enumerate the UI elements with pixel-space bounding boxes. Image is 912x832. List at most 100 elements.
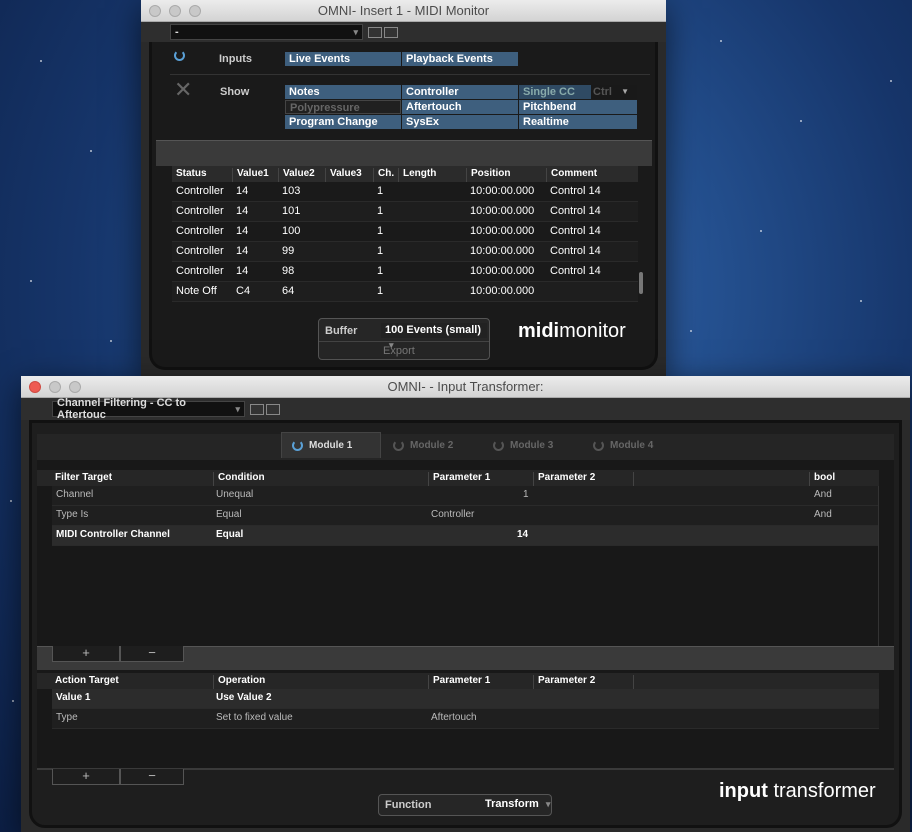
zoom-window-button[interactable] [69, 381, 81, 393]
col-action-target[interactable]: Action Target [51, 675, 119, 689]
filter-cell-target[interactable]: Type Is [56, 509, 88, 520]
col-condition[interactable]: Condition [213, 472, 265, 486]
tab-module-2[interactable]: Module 2 [383, 432, 483, 458]
single-cc-label: Single CC [523, 86, 575, 98]
tab-module-4[interactable]: Module 4 [583, 432, 683, 458]
event-row[interactable]: Controller 14 99 1 10:00:00.000 Control 14 [172, 242, 638, 262]
filter-cell-p1[interactable]: 1 [523, 489, 529, 500]
logo-bold: midi [518, 320, 560, 342]
col-value3[interactable]: Value3 [325, 168, 362, 182]
event-list-header: Status Value1 Value2 Value3 Ch. Length P… [172, 166, 638, 182]
add-action-button[interactable]: + [52, 769, 120, 785]
col-filter-target[interactable]: Filter Target [51, 472, 112, 486]
preset-selector[interactable]: Channel Filtering - CC to Aftertouc [52, 397, 245, 421]
polypressure-filter[interactable]: Polypressure [285, 100, 401, 114]
col-bool[interactable]: bool [809, 472, 835, 486]
single-cc-dropdown[interactable]: Single CC Ctrl ▼ [519, 85, 637, 99]
tab-module-1[interactable]: Module 1 [281, 432, 381, 458]
logo-light: monitor [559, 320, 626, 342]
action-cell-target[interactable]: Value 1 [56, 692, 90, 703]
action-cell-operation[interactable]: Set to fixed value [216, 712, 293, 723]
tab-label: Module 1 [309, 440, 353, 451]
filter-row[interactable]: Channel Unequal 1 And [52, 486, 879, 506]
function-dropdown[interactable]: Transform [485, 798, 550, 810]
action-cell-operation[interactable]: Use Value 2 [216, 692, 272, 703]
filter-cell-bool[interactable]: And [814, 509, 832, 520]
col-value2[interactable]: Value2 [278, 168, 315, 182]
event-list-scrollbar[interactable] [639, 272, 643, 294]
event-cell: 14 [236, 245, 249, 257]
playback-events-toggle[interactable]: Playback Events [402, 52, 518, 66]
controller-filter[interactable]: Controller [402, 85, 518, 99]
remove-filter-button[interactable]: − [120, 646, 184, 662]
filter-cell-bool[interactable]: And [814, 489, 832, 500]
filter-row[interactable]: Type Is Equal Controller And [52, 506, 879, 526]
preset-save-icon[interactable] [368, 27, 382, 38]
event-cell: 10:00:00.000 [470, 185, 535, 197]
col-comment[interactable]: Comment [546, 168, 597, 182]
col-status[interactable]: Status [172, 168, 207, 182]
sysex-filter[interactable]: SysEx [402, 115, 518, 129]
col-action-parameter-1[interactable]: Parameter 1 [428, 675, 490, 689]
zoom-window-button[interactable] [189, 5, 201, 17]
action-row[interactable]: Type Set to fixed value Aftertouch [52, 709, 879, 729]
col-parameter-2[interactable]: Parameter 2 [533, 472, 595, 486]
action-cell-p1[interactable]: Aftertouch [431, 712, 477, 723]
filter-cell-target[interactable]: Channel [56, 489, 93, 500]
preset-load-icon[interactable] [266, 404, 280, 415]
export-button[interactable]: Export [383, 345, 415, 357]
col-value1[interactable]: Value1 [232, 168, 269, 182]
event-row[interactable]: Controller 14 100 1 10:00:00.000 Control 14 [172, 222, 638, 242]
add-filter-button[interactable]: + [52, 646, 120, 662]
pitchbend-filter[interactable]: Pitchbend [519, 100, 637, 114]
power-icon[interactable] [393, 439, 404, 451]
realtime-filter[interactable]: Realtime [519, 115, 637, 129]
col-channel[interactable]: Ch. [373, 168, 394, 182]
power-icon[interactable] [593, 439, 604, 451]
tab-module-3[interactable]: Module 3 [483, 432, 583, 458]
aftertouch-filter[interactable]: Aftertouch [402, 100, 518, 114]
buffer-size-dropdown[interactable]: 100 Events (small) [381, 323, 487, 338]
filter-cell-p1[interactable]: Controller [431, 509, 474, 520]
filter-cell-target[interactable]: MIDI Controller Channel [56, 529, 170, 540]
filter-row[interactable]: MIDI Controller Channel Equal 14 [52, 526, 879, 546]
power-icon[interactable] [493, 439, 504, 451]
filter-cell-condition[interactable]: Unequal [216, 489, 253, 500]
filter-cell-condition[interactable]: Equal [216, 529, 243, 540]
remove-action-button[interactable]: − [120, 769, 184, 785]
preset-bar: Channel Filtering - CC to Aftertouc [21, 397, 910, 421]
notes-filter[interactable]: Notes [285, 85, 401, 99]
event-row[interactable]: Controller 14 103 1 10:00:00.000 Control 14 [172, 182, 638, 202]
program-change-filter[interactable]: Program Change [285, 115, 401, 129]
live-events-toggle[interactable]: Live Events [285, 52, 401, 66]
close-window-button[interactable] [149, 5, 161, 17]
event-cell: Note Off [176, 285, 217, 297]
action-row[interactable]: Value 1 Use Value 2 [52, 689, 879, 709]
event-cell: 10:00:00.000 [470, 245, 535, 257]
col-length[interactable]: Length [398, 168, 436, 182]
filter-cell-condition[interactable]: Equal [216, 509, 242, 520]
col-action-parameter-2[interactable]: Parameter 2 [533, 675, 595, 689]
logo-light: transformer [773, 780, 876, 802]
close-window-button[interactable] [29, 381, 41, 393]
chevron-down-icon: ▼ [621, 87, 629, 96]
preset-load-icon[interactable] [384, 27, 398, 38]
col-operation[interactable]: Operation [213, 675, 265, 689]
event-cell: 14 [236, 225, 249, 237]
preset-save-icon[interactable] [250, 404, 264, 415]
power-icon[interactable] [174, 50, 185, 64]
event-row[interactable]: Controller 14 101 1 10:00:00.000 Control 14 [172, 202, 638, 222]
minimize-window-button[interactable] [169, 5, 181, 17]
minimize-window-button[interactable] [49, 381, 61, 393]
action-cell-target[interactable]: Type [56, 712, 78, 723]
preset-selector[interactable]: - [170, 24, 363, 40]
event-cell: Control 14 [550, 225, 601, 237]
col-position[interactable]: Position [466, 168, 510, 182]
event-row[interactable]: Controller 14 98 1 10:00:00.000 Control 14 [172, 262, 638, 282]
col-parameter-1[interactable]: Parameter 1 [428, 472, 490, 486]
power-icon[interactable] [292, 440, 303, 451]
event-row[interactable]: Note Off C4 64 1 10:00:00.000 [172, 282, 638, 302]
midi-monitor-titlebar: OMNI- Insert 1 - MIDI Monitor [141, 0, 666, 22]
tab-label: Module 4 [610, 439, 654, 451]
filter-cell-p1[interactable]: 14 [517, 529, 528, 540]
